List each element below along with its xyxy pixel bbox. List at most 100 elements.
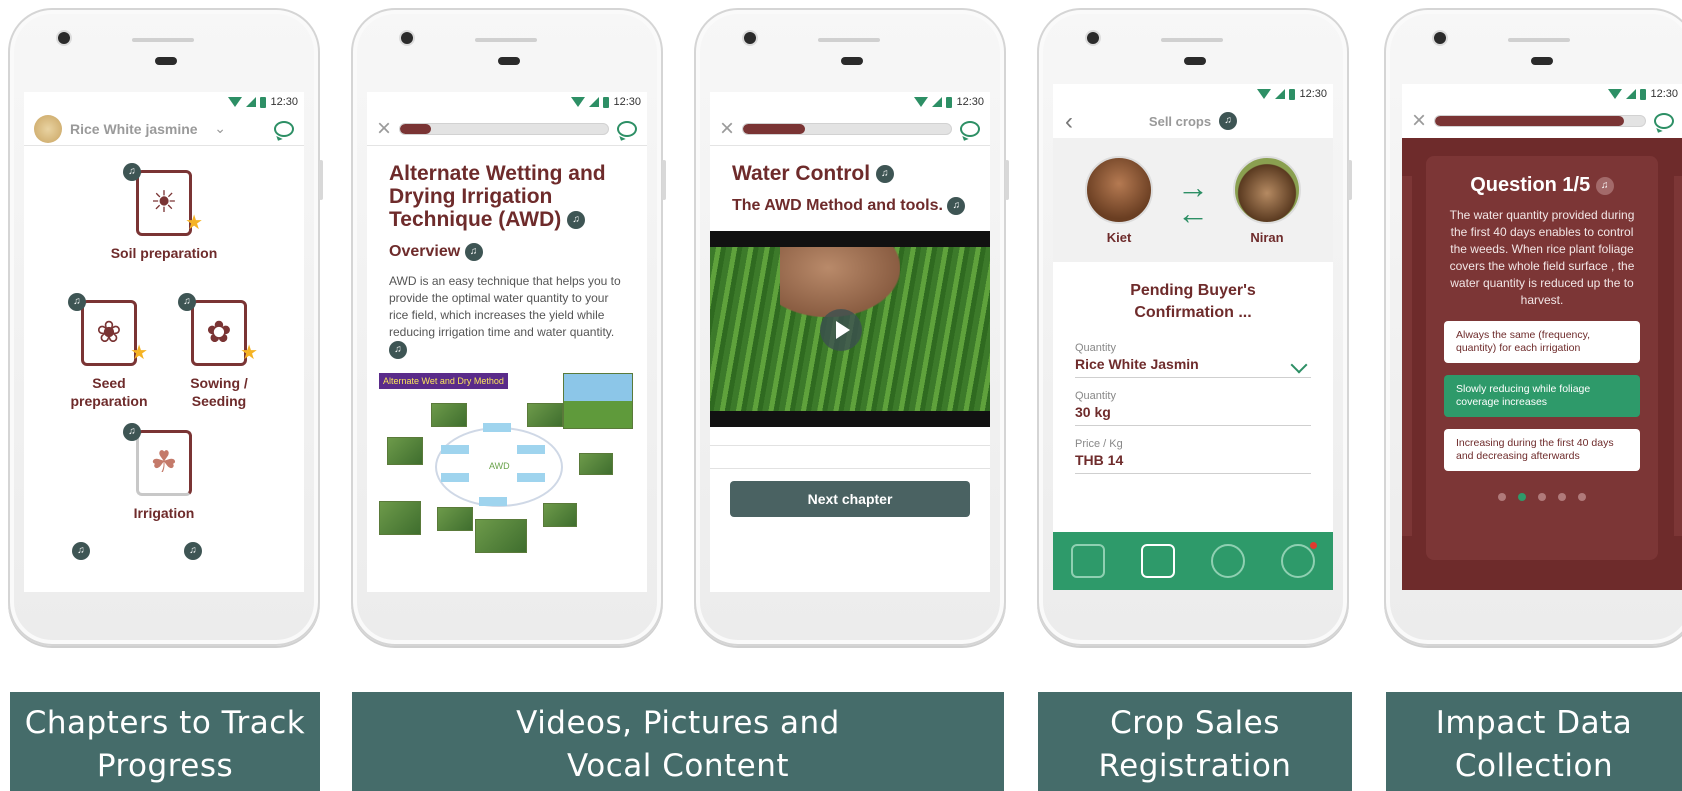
field-photo bbox=[379, 501, 421, 536]
field-value: Rice White Jasmin bbox=[1075, 356, 1199, 372]
bottom-nav bbox=[1053, 532, 1333, 590]
phone-chapters: 12:30 Rice White jasmine ⌄ ♫ ☀ ★ Soil pr… bbox=[8, 8, 323, 646]
screen: 12:30 ‹ Sell crops ♫ Kiet → ← Niran Pendi… bbox=[1053, 84, 1333, 590]
sound-icon[interactable]: ♫ bbox=[123, 423, 141, 441]
battery-icon bbox=[260, 96, 267, 108]
page-dot[interactable] bbox=[1538, 493, 1546, 501]
diagram-box bbox=[483, 423, 511, 433]
answer-option-selected[interactable]: Slowly reducing while foliage coverage i… bbox=[1444, 375, 1640, 417]
sound-icon[interactable]: ♫ bbox=[389, 341, 407, 360]
chapter-sowing[interactable]: ♫ ✿ ★ Sowing / Seeding bbox=[164, 293, 274, 410]
globe-tab-icon[interactable] bbox=[1211, 544, 1245, 578]
phone-awd-article: 12:30 × Alternate Wetting and Drying Irr… bbox=[351, 8, 666, 646]
page-dot[interactable] bbox=[1498, 493, 1506, 501]
sound-icon[interactable]: ♫ bbox=[947, 196, 966, 215]
signal-icon bbox=[932, 97, 943, 107]
field-photo bbox=[579, 453, 613, 476]
camera bbox=[744, 32, 756, 44]
speaker bbox=[475, 38, 537, 42]
wifi-icon bbox=[571, 97, 586, 107]
field-label: Price / Kg bbox=[1075, 438, 1123, 450]
chapter-irrigation[interactable]: ♫ ☘ Irrigation bbox=[109, 423, 219, 522]
crop-avatar[interactable] bbox=[34, 114, 62, 143]
chat-icon[interactable] bbox=[1654, 113, 1674, 129]
status-time: 12:30 bbox=[1299, 88, 1327, 100]
chevron-down-icon[interactable]: ⌄ bbox=[214, 120, 226, 137]
sensor bbox=[841, 57, 863, 65]
lesson-progress bbox=[399, 122, 609, 135]
camera bbox=[401, 32, 413, 44]
sound-icon[interactable]: ♫ bbox=[1595, 176, 1614, 195]
documents-tab-icon[interactable] bbox=[1071, 544, 1105, 578]
signal-icon bbox=[1626, 89, 1637, 99]
notification-dot bbox=[1310, 542, 1317, 549]
diagram-title: Alternate Wet and Dry Method bbox=[379, 373, 508, 390]
profile-tab-icon[interactable] bbox=[1281, 542, 1317, 578]
page-dot[interactable] bbox=[1558, 493, 1566, 501]
next-chapter-button[interactable]: Next chapter bbox=[730, 481, 970, 517]
sensor bbox=[1184, 57, 1206, 65]
sensor bbox=[1531, 57, 1553, 65]
field-photo bbox=[543, 503, 577, 528]
close-icon[interactable]: × bbox=[377, 116, 391, 141]
chat-icon[interactable] bbox=[274, 120, 294, 137]
sensor bbox=[498, 57, 520, 65]
sound-icon[interactable]: ♫ bbox=[567, 211, 586, 230]
field-photo bbox=[431, 403, 467, 428]
close-icon[interactable]: × bbox=[720, 116, 734, 141]
video-player[interactable] bbox=[710, 231, 990, 427]
signal-icon bbox=[246, 97, 257, 107]
progress-fill bbox=[400, 123, 432, 134]
crop-selector[interactable]: Rice White jasmine bbox=[70, 121, 206, 137]
article-title: Alternate Wetting and Drying Irrigation … bbox=[389, 162, 606, 231]
back-icon[interactable]: ‹ bbox=[1065, 108, 1073, 136]
chapter-soil-preparation[interactable]: ♫ ☀ ★ Soil preparation bbox=[109, 163, 219, 262]
answer-option[interactable]: Always the same (frequency, quantity) fo… bbox=[1444, 321, 1640, 363]
sound-icon[interactable]: ♫ bbox=[464, 243, 483, 261]
answer-option[interactable]: Increasing during the first 40 days and … bbox=[1444, 429, 1640, 471]
status-time: 12:30 bbox=[613, 96, 641, 108]
sound-icon[interactable]: ♫ bbox=[184, 542, 202, 560]
wifi-icon bbox=[1608, 89, 1623, 99]
crop-field[interactable]: Quantity Rice White Jasmin bbox=[1075, 342, 1311, 378]
speaker bbox=[132, 38, 194, 42]
quiz-progress bbox=[1434, 115, 1646, 127]
chat-icon[interactable] bbox=[617, 120, 637, 137]
page-indicator bbox=[1444, 493, 1640, 501]
article: Alternate Wetting and Drying Irrigation … bbox=[367, 146, 647, 579]
close-icon[interactable]: × bbox=[1412, 109, 1426, 133]
field-photo bbox=[563, 373, 633, 430]
status-bar: 12:30 bbox=[1053, 84, 1333, 104]
sound-icon[interactable]: ♫ bbox=[1219, 112, 1238, 130]
seller: Kiet bbox=[1085, 155, 1153, 245]
sound-icon[interactable]: ♫ bbox=[875, 165, 894, 184]
price-field[interactable]: Price / Kg THB 14 bbox=[1075, 438, 1311, 474]
screen: 12:30 × Alternate Wetting and Drying Irr… bbox=[367, 92, 647, 592]
screen: 12:30 × Question 1/5 ♫ The water quantit… bbox=[1402, 84, 1682, 590]
diagram-box bbox=[479, 497, 507, 507]
progress-fill bbox=[1435, 116, 1624, 126]
sound-icon[interactable]: ♫ bbox=[178, 293, 196, 311]
sound-icon[interactable]: ♫ bbox=[123, 163, 141, 181]
overview-text: AWD is an easy technique that helps you … bbox=[389, 273, 625, 360]
sales-tab-icon[interactable] bbox=[1141, 544, 1175, 578]
buyer: Niran bbox=[1233, 155, 1301, 245]
wifi-icon bbox=[1257, 89, 1272, 99]
play-icon[interactable] bbox=[820, 309, 862, 351]
prev-card bbox=[1402, 176, 1412, 536]
star-icon: ★ bbox=[240, 342, 258, 364]
chat-icon[interactable] bbox=[960, 120, 980, 137]
page-dot[interactable] bbox=[1578, 493, 1586, 501]
app-showcase: 12:30 Rice White jasmine ⌄ ♫ ☀ ★ Soil pr… bbox=[0, 0, 1682, 791]
field-value: THB 14 bbox=[1075, 452, 1124, 468]
side-button bbox=[319, 160, 323, 200]
sale-status: Pending Buyer's Confirmation ... bbox=[1130, 282, 1256, 321]
seller-name: Kiet bbox=[1106, 229, 1132, 245]
page-dot[interactable] bbox=[1518, 493, 1526, 501]
sound-icon[interactable]: ♫ bbox=[68, 293, 86, 311]
caption-media: Videos, Pictures and Vocal Content bbox=[352, 692, 1004, 791]
app-bar: × bbox=[1402, 104, 1682, 138]
quantity-field[interactable]: Quantity 30 kg bbox=[1075, 390, 1311, 426]
chapter-seed-preparation[interactable]: ♫ ❀ ★ Seed preparation bbox=[54, 293, 164, 410]
sound-icon[interactable]: ♫ bbox=[72, 542, 90, 560]
